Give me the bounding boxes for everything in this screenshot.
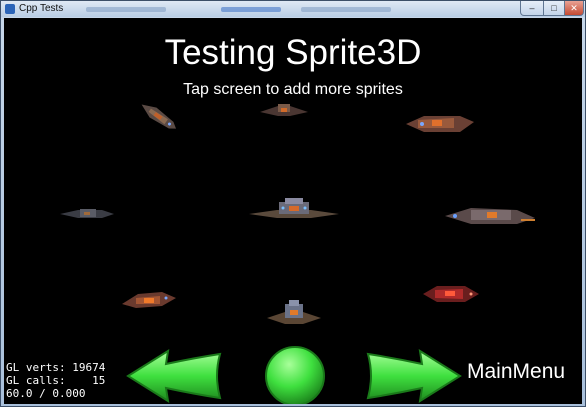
app-window: Cpp Tests – □ ✕ Testing Sprite3D Tap scr… <box>0 0 586 407</box>
restart-button[interactable] <box>264 346 326 404</box>
gl-calls: GL calls: 15 <box>6 374 106 387</box>
title-bar-decoration <box>221 7 281 12</box>
minimize-button[interactable]: – <box>520 1 544 16</box>
ship-sprite <box>260 104 308 116</box>
ship-sprite <box>141 104 177 129</box>
fps-readout: 60.0 / 0.000 <box>6 387 86 400</box>
ship-sprite <box>249 198 339 218</box>
ship-sprite <box>267 300 321 324</box>
right-arrow-icon <box>366 348 462 404</box>
ship-sprite <box>423 286 479 302</box>
app-icon <box>5 4 15 14</box>
left-arrow-icon <box>126 348 222 404</box>
title-bar-decoration <box>86 7 166 12</box>
ship-sprite <box>445 208 535 224</box>
ship-sprite <box>60 209 114 218</box>
maximize-button[interactable]: □ <box>543 1 565 16</box>
window-title: Cpp Tests <box>19 3 64 14</box>
close-button[interactable]: ✕ <box>564 1 584 16</box>
game-viewport[interactable]: Testing Sprite3D Tap screen to add more … <box>4 18 582 404</box>
main-menu-button[interactable]: MainMenu <box>467 359 565 385</box>
title-bar[interactable]: Cpp Tests – □ ✕ <box>1 1 585 17</box>
back-button[interactable] <box>124 348 224 404</box>
gl-verts: GL verts: 19674 <box>6 361 106 374</box>
gl-stats: GL verts: 19674 GL calls: 15 60.0 / 0.00… <box>6 361 105 400</box>
title-bar-decoration <box>301 7 391 12</box>
next-button[interactable] <box>364 348 464 404</box>
green-circle-icon <box>265 346 325 404</box>
ship-sprite <box>406 116 474 132</box>
scene-title: Testing Sprite3D <box>164 33 422 72</box>
ship-sprite <box>122 292 176 308</box>
scene-subtitle: Tap screen to add more sprites <box>183 81 403 98</box>
